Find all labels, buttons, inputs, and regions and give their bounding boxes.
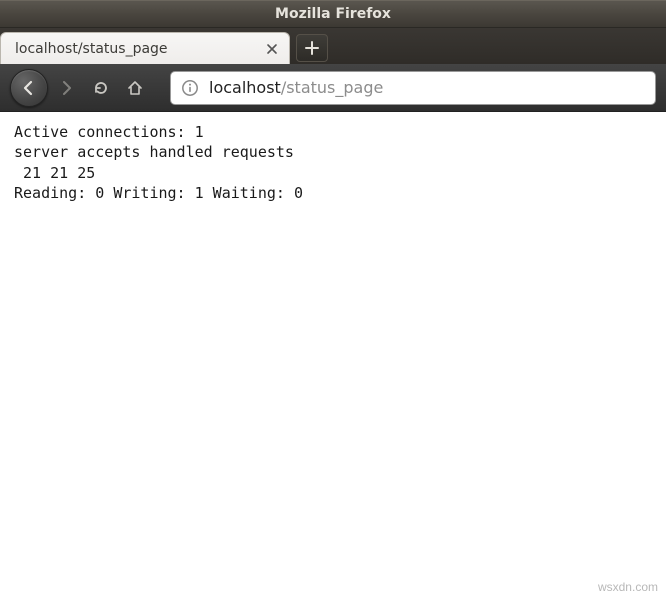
info-icon[interactable] (181, 79, 199, 97)
forward-button[interactable] (52, 73, 82, 103)
status-line-rw: Reading: 0 Writing: 1 Waiting: 0 (14, 184, 312, 202)
tab-active[interactable]: localhost/status_page (0, 32, 290, 64)
window-title: Mozilla Firefox (275, 6, 391, 22)
reload-button[interactable] (86, 73, 116, 103)
status-line-counts: 21 21 25 (14, 164, 104, 182)
tab-title: localhost/status_page (15, 41, 253, 57)
watermark: wsxdn.com (598, 580, 658, 594)
page-content: Active connections: 1 server accepts han… (0, 112, 666, 213)
tab-strip: localhost/status_page (0, 28, 666, 64)
url-host: localhost (209, 78, 281, 97)
window-titlebar: Mozilla Firefox (0, 0, 666, 28)
close-icon[interactable] (263, 40, 281, 58)
url-bar[interactable]: localhost/status_page (170, 71, 656, 105)
status-line-active: Active connections: 1 (14, 123, 213, 141)
navigation-toolbar: localhost/status_page (0, 64, 666, 112)
new-tab-button[interactable] (296, 34, 328, 62)
home-button[interactable] (120, 73, 150, 103)
status-line-header: server accepts handled requests (14, 143, 294, 161)
url-text: localhost/status_page (209, 78, 383, 97)
back-button[interactable] (10, 69, 48, 107)
url-path: /status_page (281, 78, 384, 97)
